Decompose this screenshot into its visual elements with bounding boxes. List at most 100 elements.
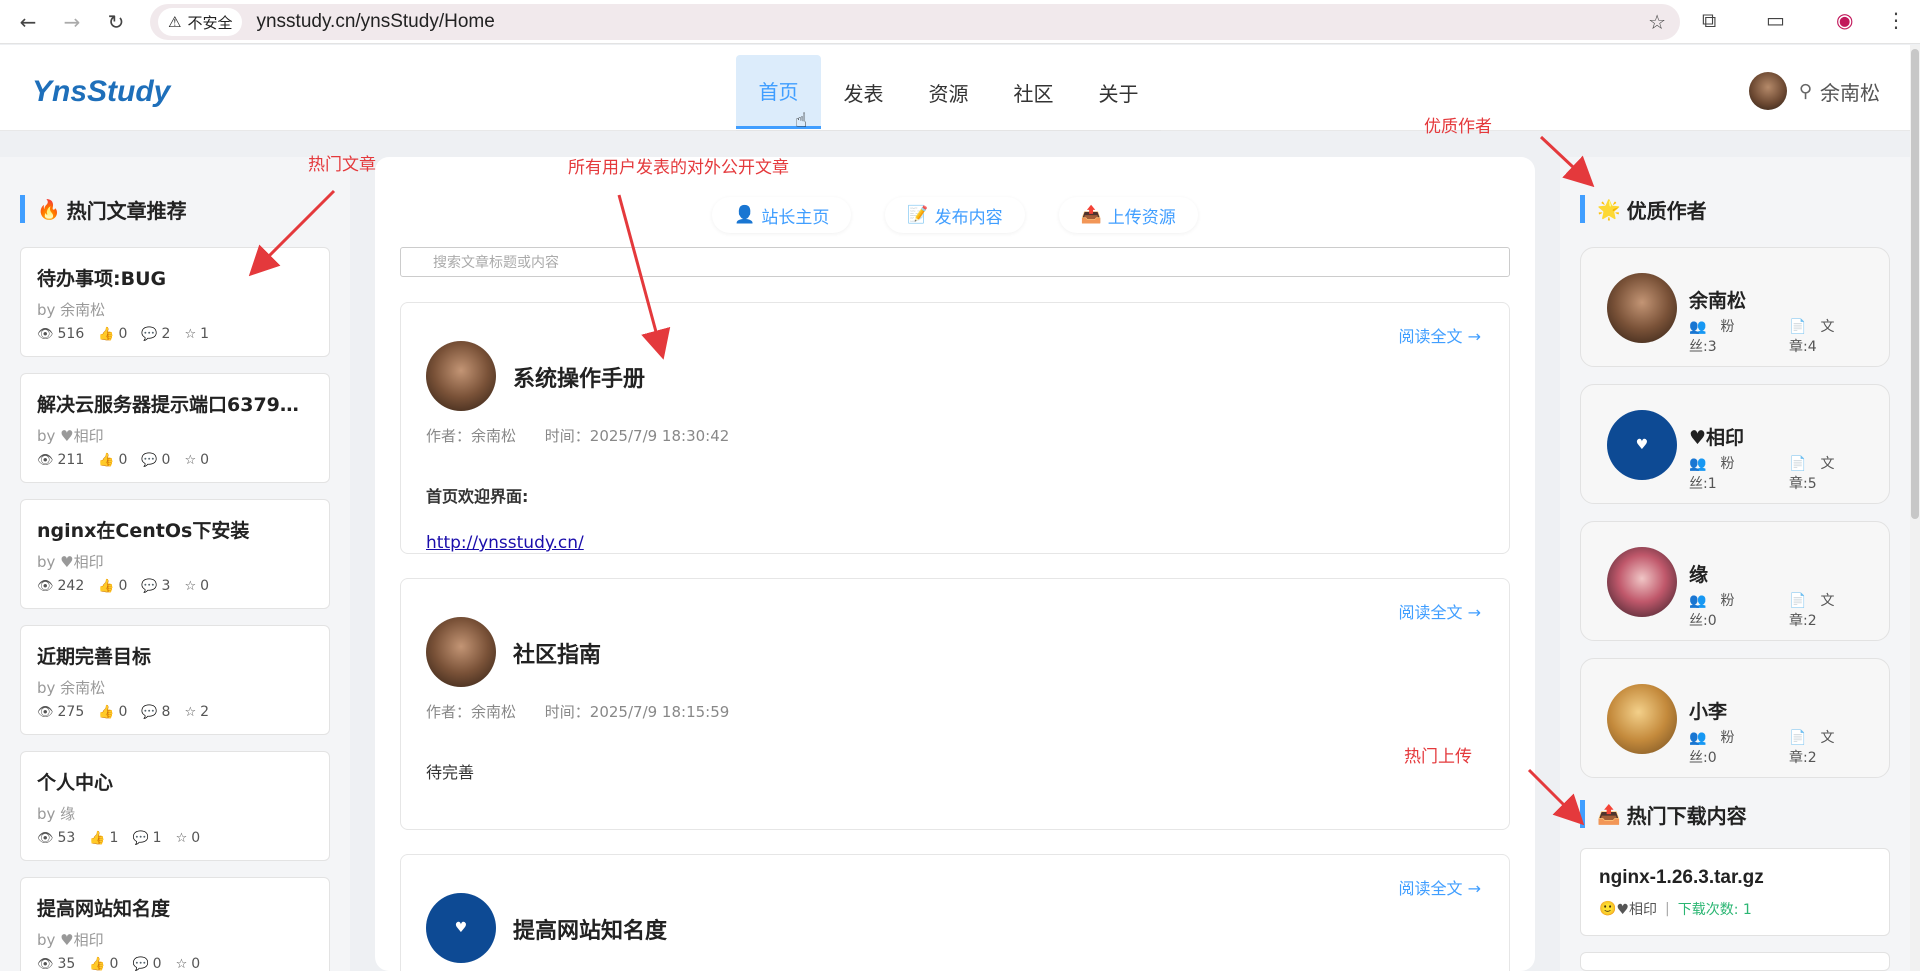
warning-icon: ⚠ (168, 13, 182, 31)
hot-article-card[interactable]: 待办事项:BUG by 余南松 👁 516 👍 0 💬 2 ☆ 1 (20, 247, 330, 357)
security-chip[interactable]: ⚠ 不安全 (158, 8, 243, 36)
user-menu[interactable]: ⚲ 余南松 (1748, 72, 1880, 110)
post-time: 时间：2025/7/9 18:15:59 (544, 703, 730, 721)
scrollbar-thumb[interactable] (1911, 49, 1919, 519)
back-icon[interactable]: ← (14, 8, 42, 36)
post-link[interactable]: http://ynsstudy.cn/ (426, 533, 584, 553)
annotation-public-posts: 所有用户发表的对外公开文章 (568, 158, 789, 178)
hot-article-card[interactable]: 提高网站知名度 by ♥相印 👁 35 👍 0 💬 0 ☆ 0 (20, 877, 330, 971)
post-title[interactable]: 提高网站知名度 (513, 913, 667, 945)
author-name[interactable]: 缘 (1689, 560, 1708, 587)
search-input[interactable]: 搜索文章标题或内容 (400, 247, 1510, 277)
avatar[interactable]: ♥ (426, 893, 496, 963)
nav-about[interactable]: 关于 (1076, 55, 1161, 129)
hot-article-card[interactable]: 近期完善目标 by 余南松 👁 275 👍 0 💬 8 ☆ 2 (20, 625, 330, 735)
sidebar-right: 🌟 优质作者 余南松 👥 粉丝:3 📄 文章:4 ♥ ♥相印 👥 粉丝:1 📄 文章:5… (1560, 157, 1910, 971)
post-time: 时间：2025/7/9 18:30:42 (544, 427, 730, 445)
post-meta: 作者：余南松 时间：2025/7/9 18:15:59 (426, 701, 753, 722)
author-name[interactable]: ♥相印 (1689, 423, 1744, 450)
thumb-up-icon: 👍 (89, 956, 106, 971)
author-stats: 👥 粉丝:0 📄 文章:2 (1689, 593, 1835, 629)
avatar[interactable] (1607, 547, 1677, 617)
author-card[interactable]: 余南松 👥 粉丝:3 📄 文章:4 (1580, 247, 1890, 367)
nav-home[interactable]: 首页 (736, 55, 821, 129)
read-more-link[interactable]: 阅读全文 → (1399, 599, 1482, 623)
reload-icon[interactable]: ↻ (102, 8, 130, 36)
download-filename[interactable]: nginx-1.26.3.tar.gz (1599, 867, 1871, 889)
avatar[interactable] (1748, 72, 1787, 110)
eye-icon: 👁 (37, 704, 54, 720)
author-card[interactable]: 缘 👥 粉丝:0 📄 文章:2 (1580, 521, 1890, 641)
user-name[interactable]: 余南松 (1820, 77, 1880, 106)
eye-icon: 👁 (37, 830, 54, 846)
nav-resources[interactable]: 资源 (906, 55, 991, 129)
post-meta: 作者：余南松 时间：2025/7/9 18:30:42 (426, 425, 753, 446)
hot-article-title[interactable]: 待办事项:BUG (37, 264, 313, 291)
download-card[interactable]: nginx-1.26.3.tar.gz 🙂 ♥相印 | 下载次数: 1 (1580, 848, 1890, 936)
security-label: 不安全 (187, 13, 233, 32)
author-stats: 👥 粉丝:0 📄 文章:2 (1689, 730, 1835, 766)
separator: | (1665, 901, 1670, 917)
read-more-link[interactable]: 阅读全文 → (1399, 323, 1482, 347)
annotation-quality-authors: 优质作者 (1424, 117, 1492, 137)
url-text[interactable]: ynsstudy.cn/ynsStudy/Home (256, 11, 494, 33)
eye-icon: 👁 (37, 578, 54, 594)
hot-article-card[interactable]: 解决云服务器提示端口6379对外开放问题 by ♥相印 👁211 👍0 💬0 ☆… (20, 373, 330, 483)
upload-resource-button[interactable]: 📤 上传资源 (1058, 197, 1198, 233)
author-card[interactable]: ♥ ♥相印 👥 粉丝:1 📄 文章:5 (1580, 384, 1890, 504)
document-icon: 📄 (1789, 319, 1807, 335)
publish-content-button[interactable]: 📝 发布内容 (885, 197, 1025, 233)
hot-article-author: by 缘 (37, 805, 76, 823)
hot-article-title[interactable]: nginx在CentOs下安装 (37, 516, 313, 543)
hot-article-stats: 👁 242 👍 0 💬 3 ☆ 0 (37, 578, 210, 594)
hot-article-author: by ♥相印 (37, 427, 104, 445)
avatar[interactable] (1607, 684, 1677, 754)
bookmark-star-icon[interactable]: ☆ (1648, 10, 1666, 34)
hot-article-title[interactable]: 个人中心 (37, 768, 313, 795)
forward-icon[interactable]: → (58, 8, 86, 36)
owner-home-button[interactable]: 👤 站长主页 (712, 197, 852, 233)
post-title[interactable]: 社区指南 (513, 637, 601, 669)
star-icon: ☆ (184, 704, 197, 720)
hot-article-stats: 👁 35 👍 0 💬 0 ☆ 0 (37, 956, 201, 971)
read-more-link[interactable]: 阅读全文 → (1399, 875, 1482, 899)
author-name[interactable]: 余南松 (1689, 286, 1746, 313)
nav-publish[interactable]: 发表 (821, 55, 906, 129)
menu-icon[interactable]: ⋮ (1886, 8, 1906, 32)
user-icon: ⚲ (1798, 80, 1812, 102)
author-card[interactable]: 小李 👥 粉丝:0 📄 文章:2 (1580, 658, 1890, 778)
author-name[interactable]: 小李 (1689, 697, 1727, 724)
address-bar[interactable]: ⚠ 不安全 ynsstudy.cn/ynsStudy/Home ☆ (150, 4, 1680, 40)
hot-article-card[interactable]: 个人中心 by 缘 👁 53 👍 1 💬 1 ☆ 0 (20, 751, 330, 861)
upload-icon: 📤 (1597, 803, 1621, 826)
avatar[interactable] (426, 617, 496, 687)
hot-article-stats: 👁 516 👍 0 💬 2 ☆ 1 (37, 326, 210, 342)
avatar[interactable]: ♥ (1607, 410, 1677, 480)
hot-article-title[interactable]: 解决云服务器提示端口6379对外开放问题 (37, 390, 313, 417)
post-card[interactable]: 阅读全文 → 社区指南 作者：余南松 时间：2025/7/9 18:15:59 … (400, 578, 1510, 830)
extensions-icon[interactable]: ⧉ (1702, 8, 1716, 32)
thumb-up-icon: 👍 (98, 452, 115, 468)
avatar[interactable] (1607, 273, 1677, 343)
page-scrollbar[interactable] (1910, 45, 1920, 971)
nav-community[interactable]: 社区 (991, 55, 1076, 129)
people-icon: 👥 (1689, 319, 1707, 335)
avatar[interactable] (426, 341, 496, 411)
site-logo[interactable]: YnsStudy (32, 75, 170, 109)
hot-article-stats: 👁 275 👍 0 💬 8 ☆ 2 (37, 704, 210, 720)
post-card[interactable]: 阅读全文 → 系统操作手册 作者：余南松 时间：2025/7/9 18:30:4… (400, 302, 1510, 554)
hot-article-title[interactable]: 近期完善目标 (37, 642, 313, 669)
hot-article-title[interactable]: 提高网站知名度 (37, 894, 313, 921)
post-card[interactable]: 阅读全文 → ♥ 提高网站知名度 (400, 854, 1510, 971)
comment-icon: 💬 (132, 830, 149, 846)
post-title[interactable]: 系统操作手册 (513, 361, 645, 393)
media-icon[interactable]: ▭ (1766, 8, 1785, 32)
thumb-up-icon: 👍 (98, 326, 115, 342)
hot-article-author: by ♥相印 (37, 553, 104, 571)
post-excerpt: 待完善 (426, 763, 475, 782)
comment-icon: 💬 (141, 326, 158, 342)
profile-icon[interactable]: ◉ (1836, 8, 1853, 32)
download-card[interactable] (1580, 952, 1890, 971)
hot-article-card[interactable]: nginx在CentOs下安装 by ♥相印 👁 242 👍 0 💬 3 ☆ 0 (20, 499, 330, 609)
hot-downloads-title: 📤 热门下载内容 (1580, 800, 1747, 828)
